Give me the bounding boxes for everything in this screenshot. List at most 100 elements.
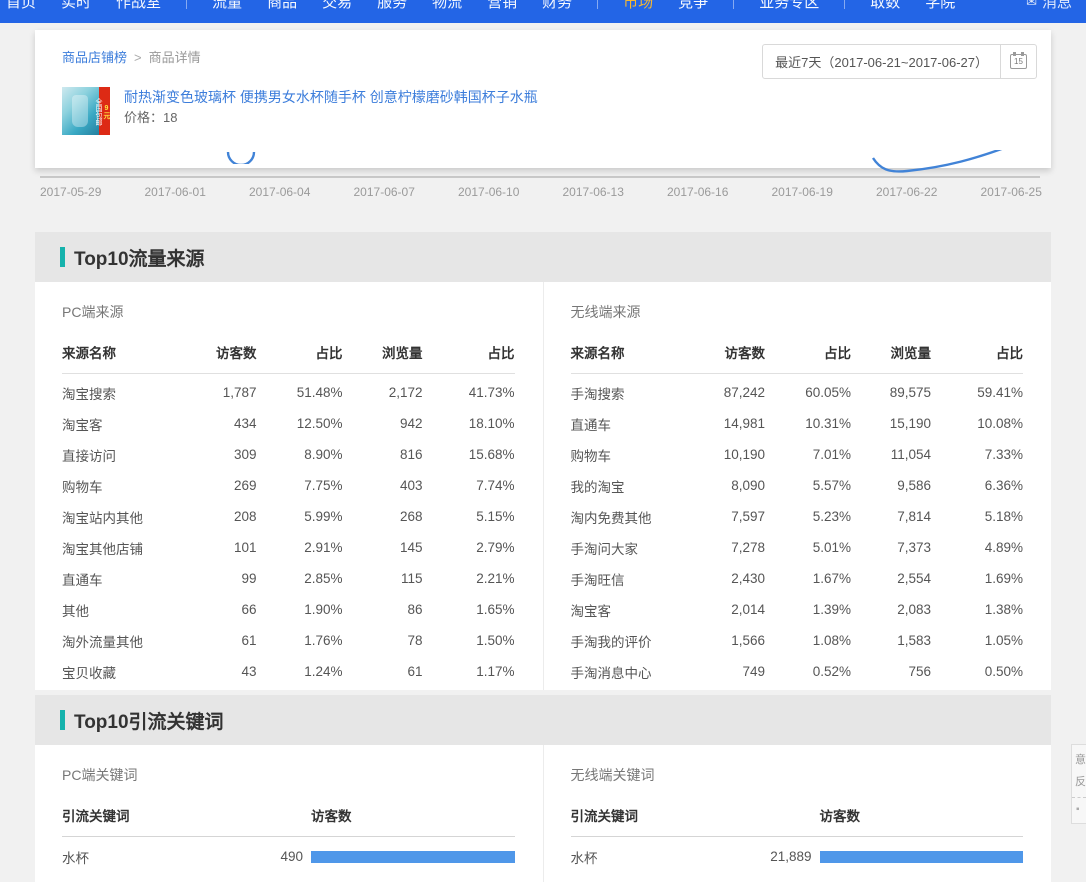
metric-value: 7.75%	[257, 478, 343, 493]
col-views-share: 占比	[931, 342, 1023, 362]
metric-value: 1.65%	[423, 602, 515, 617]
nav-divider	[597, 0, 598, 9]
top-navigation-bar: 首页 实时 作战室 流量 商品 交易 服务 物流 营销 财务 市场 竞争 业务专区 取数 学院 ✉消息	[0, 0, 1086, 23]
product-title-link[interactable]: 耐热渐变色玻璃杯 便携男女水杯随手杯 创意柠檬磨砂韩国杯子水瓶	[124, 87, 538, 107]
nav-divider	[733, 0, 734, 9]
source-name: 宝贝收藏	[62, 662, 169, 682]
table-header-row: 来源名称 访客数 占比 浏览量 占比	[571, 342, 1024, 374]
metric-value: 41.73%	[423, 385, 515, 400]
nav-item-7[interactable]: 物流	[432, 0, 462, 12]
nav-item-13[interactable]: 取数	[870, 0, 900, 12]
table-row: 宝贝收藏431.24%611.17%	[62, 656, 515, 687]
metric-value: 7,597	[677, 509, 765, 524]
table-row: 手淘搜索87,24260.05%89,57559.41%	[571, 377, 1024, 408]
section-header-traffic: Top10流量来源	[35, 232, 1051, 282]
keywords-card: PC端关键词 引流关键词 访客数 水杯490杯子305 无线端关键词 引流关键词…	[35, 745, 1051, 882]
pc-keywords-column: PC端关键词 引流关键词 访客数 水杯490杯子305	[35, 745, 544, 882]
table-row: 淘宝站内其他2085.99%2685.15%	[62, 501, 515, 532]
axis-date-label: 2017-06-07	[354, 185, 415, 199]
nav-item-10[interactable]: 市场	[623, 0, 653, 12]
wireless-traffic-column: 无线端来源 来源名称 访客数 占比 浏览量 占比 手淘搜索87,24260.05…	[544, 282, 1052, 690]
table-row: 淘宝其他店铺1012.91%1452.79%	[62, 532, 515, 563]
feedback-label-line1: 意见	[1075, 749, 1086, 771]
table-row: 我的淘宝8,0905.57%9,5866.36%	[571, 470, 1024, 501]
metric-value: 269	[169, 478, 257, 493]
metric-value: 1.08%	[765, 633, 851, 648]
section-accent-bar	[60, 247, 65, 267]
product-info: 9元全国包邮 耐热渐变色玻璃杯 便携男女水杯随手杯 创意柠檬磨砂韩国杯子水瓶 价…	[62, 87, 538, 135]
nav-item-3[interactable]: 流量	[212, 0, 242, 12]
breadcrumb-link-ranking[interactable]: 商品店铺榜	[62, 50, 127, 65]
metric-value: 78	[343, 633, 423, 648]
calendar-icon: 15	[1010, 54, 1027, 69]
metric-value: 43	[169, 664, 257, 679]
source-name: 我的淘宝	[571, 476, 678, 496]
nav-item-6[interactable]: 服务	[377, 0, 407, 12]
metric-value: 14,981	[677, 416, 765, 431]
breadcrumb: 商品店铺榜>商品详情	[62, 47, 201, 66]
nav-item-8[interactable]: 营销	[487, 0, 517, 12]
metric-value: 66	[169, 602, 257, 617]
date-range-picker[interactable]: 最近7天（2017-06-21~2017-06-27） 15	[762, 44, 1037, 79]
source-name: 购物车	[62, 476, 169, 496]
nav-item-12[interactable]: 业务专区	[759, 0, 819, 12]
table-row: 淘外流量其他611.76%781.50%	[62, 625, 515, 656]
source-name: 淘外流量其他	[62, 631, 169, 651]
pc-keywords-table: 水杯490杯子305	[62, 841, 515, 882]
metric-value: 59.41%	[931, 385, 1023, 400]
keyword-bar	[820, 851, 1024, 863]
chart-x-axis-labels: 2017-05-292017-06-012017-06-042017-06-07…	[40, 185, 1042, 199]
nav-item-0[interactable]: 首页	[6, 0, 36, 12]
metric-value: 6.36%	[931, 478, 1023, 493]
keyword-row: 杯子305	[62, 872, 515, 882]
nav-item-2[interactable]: 作战室	[116, 0, 161, 12]
section-accent-bar	[60, 710, 65, 730]
feedback-footer-icon[interactable]: ▪	[1072, 797, 1086, 823]
metric-value: 99	[169, 571, 257, 586]
nav-item-11[interactable]: 竞争	[678, 0, 708, 12]
keyword-visitors: 21,889	[734, 849, 812, 864]
col-keyword: 引流关键词	[571, 805, 726, 825]
metric-value: 7,814	[851, 509, 931, 524]
nav-item-14[interactable]: 学院	[925, 0, 955, 12]
metric-value: 2.91%	[257, 540, 343, 555]
metric-value: 11,054	[851, 447, 931, 462]
table-row: 手淘旺信2,4301.67%2,5541.69%	[571, 563, 1024, 594]
table-row: 其他661.90%861.65%	[62, 594, 515, 625]
nav-item-5[interactable]: 交易	[322, 0, 352, 12]
nav-item-4[interactable]: 商品	[267, 0, 297, 12]
metric-value: 15,190	[851, 416, 931, 431]
table-row: 直通车992.85%1152.21%	[62, 563, 515, 594]
metric-value: 4.89%	[931, 540, 1023, 555]
col-visitors-share: 占比	[765, 342, 851, 362]
calendar-button[interactable]: 15	[1000, 45, 1036, 78]
table-row: 手淘我的评价1,5661.08%1,5831.05%	[571, 625, 1024, 656]
feedback-tab[interactable]: 意见 反馈 ▪	[1071, 744, 1086, 824]
product-thumbnail[interactable]: 9元全国包邮	[62, 87, 110, 135]
metric-value: 2,014	[677, 602, 765, 617]
metric-value: 5.57%	[765, 478, 851, 493]
messages-button[interactable]: ✉消息	[1026, 0, 1072, 12]
metric-value: 2,430	[677, 571, 765, 586]
metric-value: 1,583	[851, 633, 931, 648]
envelope-icon: ✉	[1026, 0, 1037, 10]
metric-value: 1,787	[169, 385, 257, 400]
axis-date-label: 2017-06-22	[876, 185, 937, 199]
table-header-row: 来源名称 访客数 占比 浏览量 占比	[62, 342, 515, 374]
keyword-header-row: 引流关键词 访客数	[62, 805, 515, 837]
source-name: 手淘消息中心	[571, 662, 678, 682]
nav-item-9[interactable]: 财务	[542, 0, 572, 12]
metric-value: 2,172	[343, 385, 423, 400]
product-text-block: 耐热渐变色玻璃杯 便携男女水杯随手杯 创意柠檬磨砂韩国杯子水瓶 价格：18	[124, 87, 538, 135]
section-header-keywords: Top10引流关键词	[35, 695, 1051, 745]
metric-value: 2.85%	[257, 571, 343, 586]
metric-value: 1.24%	[257, 664, 343, 679]
nav-item-1[interactable]: 实时	[61, 0, 91, 12]
metric-value: 9,586	[851, 478, 931, 493]
source-name: 直通车	[62, 569, 169, 589]
keyword-name: 杯子	[571, 878, 726, 882]
metric-value: 2.79%	[423, 540, 515, 555]
metric-value: 7,278	[677, 540, 765, 555]
metric-value: 5.99%	[257, 509, 343, 524]
source-name: 淘宝搜索	[62, 383, 169, 403]
